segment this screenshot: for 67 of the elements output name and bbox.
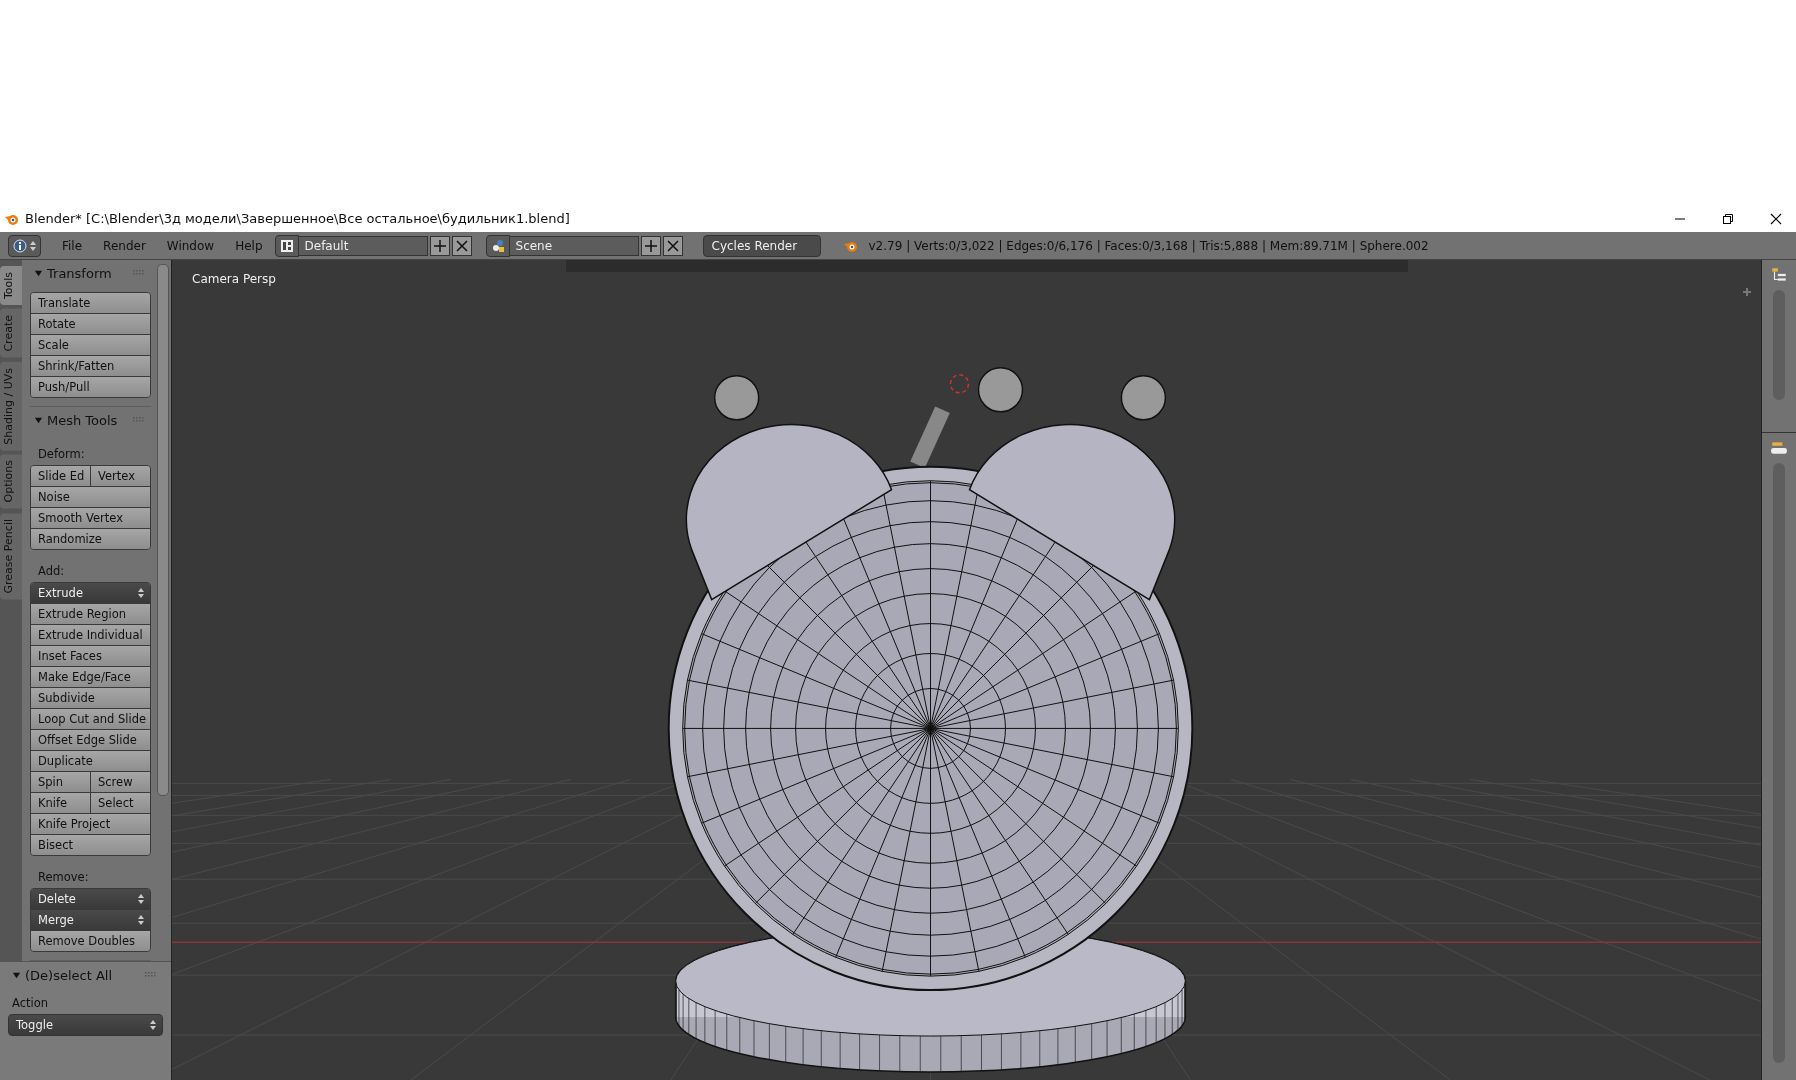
group-label: Deform: — [37, 446, 86, 463]
window-title: Blender* [C:\Blender\3д модели\Завершенное\Все остальное\будильник1.blend] — [25, 211, 570, 226]
menu-item[interactable]: Render — [103, 238, 146, 253]
tool-button[interactable]: Noise — [31, 487, 150, 507]
tool-button[interactable]: Randomize — [31, 529, 150, 549]
tool-button[interactable]: Slide Ed — [31, 466, 90, 486]
group-label: Remove: — [37, 869, 90, 886]
menu-item[interactable]: File — [62, 238, 83, 253]
close-icon[interactable] — [451, 235, 472, 256]
tool-button[interactable]: Inset Faces — [31, 646, 150, 666]
render-engine-dropdown[interactable]: Cycles Render — [702, 234, 821, 257]
tool-button[interactable]: Loop Cut and Slide — [31, 709, 150, 729]
dropdown[interactable]: Merge — [31, 910, 150, 930]
tool-button[interactable]: Extrude Individual — [31, 625, 150, 645]
outliner-icon[interactable] — [1770, 266, 1788, 284]
layout-selector[interactable] — [274, 234, 299, 257]
tool-button[interactable]: Make Edge/Face — [31, 667, 150, 687]
add-icon[interactable] — [429, 235, 450, 256]
close-icon[interactable] — [1770, 212, 1782, 225]
tool-button[interactable]: Vertex — [90, 466, 150, 486]
tool-button[interactable]: Extrude Region — [31, 604, 150, 624]
tool-button[interactable]: Rotate — [31, 314, 150, 334]
tool-button[interactable]: Scale — [31, 335, 150, 355]
menu-item[interactable]: Window — [166, 238, 215, 253]
scene-statistics: v2.79 | Verts:0/3,022 | Edges:0/6,176 | Faces:0/3,168 | Tris:5,888 | Mem:89.71M | Sphere.002 — [868, 238, 1429, 253]
scrollbar[interactable] — [157, 264, 169, 796]
dropdown[interactable]: Delete — [31, 889, 150, 909]
tool-button[interactable]: Push/Pull — [31, 377, 150, 397]
scene-icon — [490, 238, 505, 253]
scene-field[interactable]: Scene — [509, 235, 639, 256]
tool-button[interactable]: Knife Project — [31, 814, 150, 834]
add-icon[interactable] — [1741, 286, 1753, 298]
drag-handle-icon[interactable] — [133, 270, 145, 276]
scene-selector[interactable] — [485, 234, 510, 257]
tool-button[interactable]: Spin — [31, 772, 90, 792]
action-dropdown[interactable]: Toggle — [8, 1014, 163, 1036]
properties-icon[interactable] — [1770, 439, 1788, 457]
tool-button[interactable]: Select — [90, 793, 150, 813]
tool-button[interactable]: Translate — [31, 293, 150, 313]
tool-tab[interactable]: Tools — [0, 266, 22, 306]
section-title[interactable]: Mesh Tools — [34, 412, 118, 428]
close-icon[interactable] — [662, 235, 683, 256]
drag-handle-icon[interactable] — [145, 972, 157, 978]
tool-button[interactable]: Knife — [31, 793, 90, 813]
dropdown[interactable]: Extrude — [31, 583, 150, 603]
operator-panel-title[interactable]: (De)select All — [12, 967, 113, 983]
tool-button[interactable]: Subdivide — [31, 688, 150, 708]
info-icon — [13, 238, 27, 253]
add-icon[interactable] — [640, 235, 661, 256]
menu-item[interactable]: Help — [235, 238, 263, 253]
tool-button[interactable]: Bisect — [31, 835, 150, 855]
editor-type-selector[interactable] — [8, 234, 41, 257]
tool-button[interactable]: Smooth Vertex — [31, 508, 150, 528]
tool-button[interactable]: Shrink/Fatten — [31, 356, 150, 376]
section-title[interactable]: Transform — [34, 265, 112, 281]
tool-button[interactable]: Remove Doubles — [31, 931, 150, 951]
drag-handle-icon[interactable] — [133, 417, 145, 423]
view-label: Camera Persp — [192, 272, 276, 286]
tool-button[interactable]: Duplicate — [31, 751, 150, 771]
tool-button[interactable]: Screw — [90, 772, 150, 792]
layout-field[interactable]: Default — [298, 235, 428, 256]
field-label: Action — [11, 995, 50, 1012]
restore-icon[interactable] — [1722, 212, 1734, 225]
tool-button[interactable]: Offset Edge Slide — [31, 730, 150, 750]
cursor-icon — [949, 374, 970, 394]
group-label: Add: — [37, 563, 66, 580]
layout-icon — [279, 238, 294, 253]
